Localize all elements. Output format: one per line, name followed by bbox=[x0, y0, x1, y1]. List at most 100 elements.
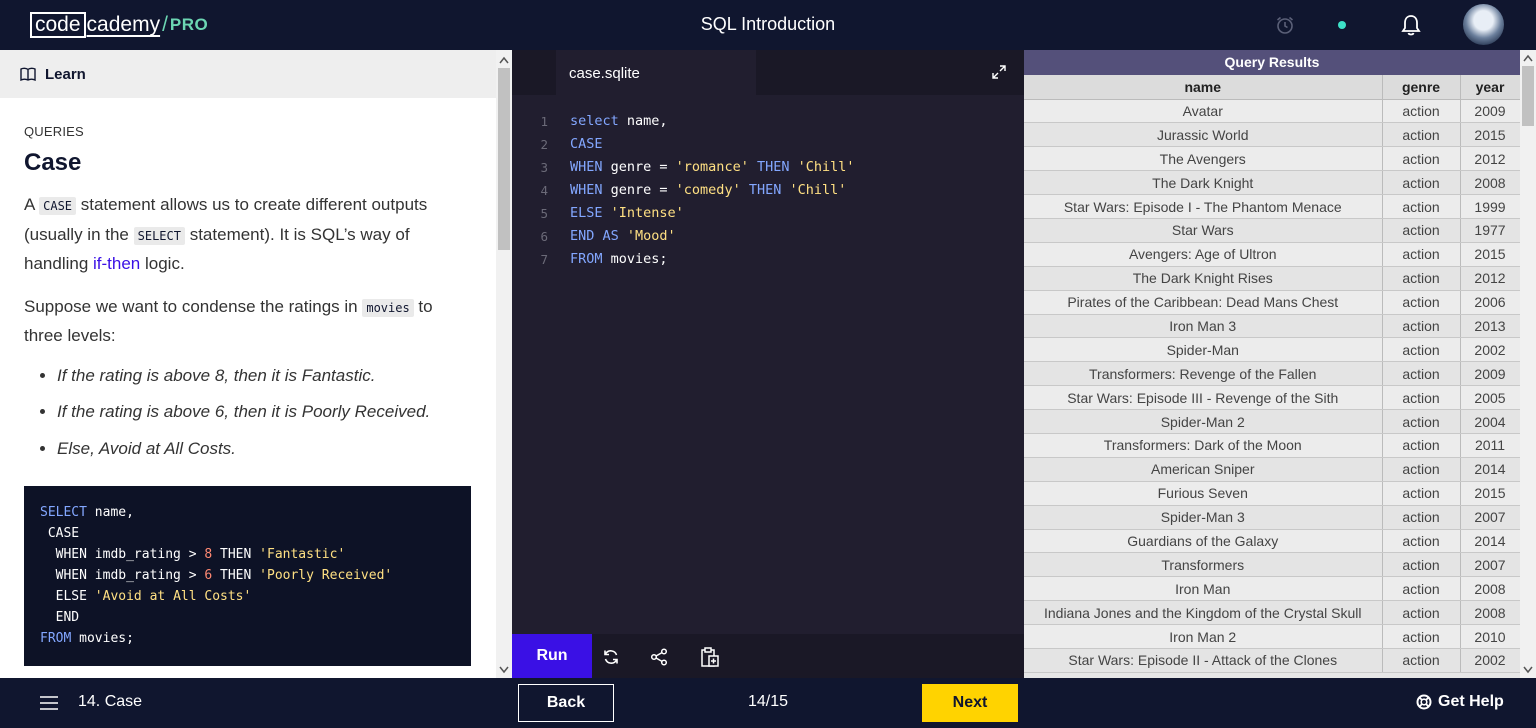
scroll-up-arrow-icon[interactable] bbox=[499, 56, 509, 64]
notification-bell-icon[interactable] bbox=[1400, 13, 1422, 37]
next-button[interactable]: Next bbox=[922, 684, 1018, 722]
table-row: Star Wars: Episode I - The Phantom Menac… bbox=[1024, 194, 1521, 219]
table-row: Guardians of the Galaxy action 2014 bbox=[1024, 529, 1521, 554]
table-cell: Star Wars: Episode I - The Phantom Menac… bbox=[1024, 194, 1383, 219]
reset-icon[interactable] bbox=[602, 648, 620, 666]
line-number: 1 bbox=[540, 114, 548, 129]
section-label: QUERIES bbox=[24, 124, 84, 139]
learn-tab[interactable]: Learn bbox=[0, 50, 496, 98]
text: A bbox=[24, 195, 40, 214]
get-help-button[interactable]: Get Help bbox=[1416, 693, 1504, 711]
code-line[interactable]: 5 ELSE 'Intense' bbox=[512, 202, 1024, 225]
table-cell: Furious Seven bbox=[1024, 481, 1383, 506]
line-number: 5 bbox=[540, 206, 548, 221]
table-cell: 2015 bbox=[1460, 481, 1521, 506]
table-cell: action bbox=[1382, 146, 1461, 172]
code-token: genre = bbox=[602, 159, 676, 175]
code-token: THEN bbox=[740, 182, 790, 198]
scroll-up-arrow-icon[interactable] bbox=[1523, 54, 1533, 62]
current-lesson-label[interactable]: 14. Case bbox=[78, 693, 142, 711]
expand-icon[interactable] bbox=[992, 65, 1006, 79]
code-line[interactable]: 3 WHEN genre = 'romance' THEN 'Chill' bbox=[512, 156, 1024, 179]
table-cell: 2015 bbox=[1460, 242, 1521, 267]
code-token: THEN bbox=[212, 547, 260, 562]
code-token: FROM bbox=[40, 631, 72, 646]
code-token: select bbox=[570, 113, 619, 129]
learn-scrollbar[interactable] bbox=[496, 50, 512, 678]
table-row: The Dark Knight Rises action 2012 bbox=[1024, 266, 1521, 291]
table-cell: 2011 bbox=[1460, 433, 1521, 458]
code-token: SELECT bbox=[40, 505, 87, 520]
code-line[interactable]: 1 select name, bbox=[512, 110, 1024, 133]
table-row: Spider-Man 3 action 2007 bbox=[1024, 505, 1521, 530]
example-code-block: SELECT name, CASE WHEN imdb_rating > 8 T… bbox=[24, 486, 471, 666]
table-cell: American Sniper bbox=[1024, 457, 1383, 482]
line-number: 4 bbox=[540, 183, 548, 198]
code-input-area[interactable]: 1 select name, 2 CASE 3 WHEN genre = 'romance… bbox=[512, 110, 1024, 271]
code-token: FROM bbox=[570, 251, 603, 267]
line-code: select name, bbox=[570, 110, 668, 133]
lesson-progress: 14/15 bbox=[747, 693, 789, 710]
hamburger-menu-icon[interactable] bbox=[39, 695, 59, 711]
table-cell: action bbox=[1382, 648, 1461, 673]
scrollbar-thumb[interactable] bbox=[1522, 66, 1534, 126]
table-row: The Dark Knight action 2008 bbox=[1024, 170, 1521, 196]
copy-to-clipboard-icon[interactable] bbox=[700, 646, 720, 668]
table-cell: 2007 bbox=[1460, 552, 1521, 578]
code-token: 'romance' bbox=[675, 159, 749, 175]
code-token: THEN bbox=[748, 159, 798, 175]
user-avatar[interactable] bbox=[1463, 4, 1504, 45]
table-cell: Spider-Man bbox=[1024, 337, 1383, 363]
code-token: ELSE bbox=[40, 589, 95, 604]
run-button[interactable]: Run bbox=[512, 634, 592, 678]
if-then-link[interactable]: if-then bbox=[93, 254, 140, 273]
codecademy-logo[interactable]: code cademy / PRO bbox=[30, 11, 208, 39]
table-row: Jurassic World action 2015 bbox=[1024, 122, 1521, 148]
code-line[interactable]: 2 CASE bbox=[512, 133, 1024, 156]
scrollbar-thumb[interactable] bbox=[498, 68, 510, 250]
table-cell: Spider-Man 2 bbox=[1024, 409, 1383, 434]
status-indicator-dot bbox=[1338, 21, 1346, 29]
inline-code-movies: movies bbox=[362, 298, 414, 317]
logo-cademy-text: cademy bbox=[86, 13, 161, 36]
scroll-down-arrow-icon[interactable] bbox=[499, 666, 509, 674]
logo-code-box: code bbox=[30, 12, 86, 38]
code-token: movies; bbox=[71, 631, 134, 646]
learn-panel: Learn QUERIES Case A CASE statement allo… bbox=[0, 50, 512, 678]
table-cell: 2013 bbox=[1460, 314, 1521, 339]
share-icon[interactable] bbox=[650, 648, 668, 666]
text: Suppose we want to condense the ratings … bbox=[24, 296, 363, 316]
table-cell: action bbox=[1382, 457, 1461, 482]
table-row: Spider-Man 2 action 2004 bbox=[1024, 409, 1521, 434]
results-table: name genre year Avatar action 2009 Jurassic… bbox=[1024, 75, 1521, 673]
table-cell: Iron Man 3 bbox=[1024, 314, 1383, 339]
get-help-label: Get Help bbox=[1438, 693, 1504, 710]
scroll-down-arrow-icon[interactable] bbox=[1523, 666, 1533, 674]
code-token: 'Chill' bbox=[789, 182, 847, 198]
line-code: WHEN genre = 'comedy' THEN 'Chill' bbox=[570, 179, 846, 202]
code-editor: case.sqlite 1 select name, 2 CASE 3 WHEN genr… bbox=[512, 50, 1024, 678]
table-row: Iron Man 3 action 2013 bbox=[1024, 314, 1521, 339]
code-line[interactable]: 4 WHEN genre = 'comedy' THEN 'Chill' bbox=[512, 179, 1024, 202]
code-token: genre = bbox=[602, 182, 676, 198]
page-title: SQL Introduction bbox=[700, 14, 836, 34]
code-line[interactable]: 6 END AS 'Mood' bbox=[512, 225, 1024, 248]
book-icon bbox=[20, 67, 36, 81]
query-results-title: Query Results bbox=[1024, 50, 1520, 75]
line-code: END AS 'Mood' bbox=[570, 225, 676, 248]
line-code: ELSE 'Intense' bbox=[570, 202, 684, 225]
column-header-genre: genre bbox=[1382, 75, 1461, 100]
logo-pro-badge: PRO bbox=[169, 15, 209, 34]
table-cell: action bbox=[1382, 194, 1461, 219]
file-tab[interactable]: case.sqlite bbox=[556, 50, 756, 95]
line-number: 2 bbox=[540, 137, 548, 152]
back-button[interactable]: Back bbox=[518, 684, 614, 722]
list-item: Else, Avoid at All Costs. bbox=[57, 438, 474, 460]
column-header-name: name bbox=[1024, 75, 1383, 100]
code-line[interactable]: 7 FROM movies; bbox=[512, 248, 1024, 271]
table-cell: action bbox=[1382, 552, 1461, 578]
results-scrollbar[interactable] bbox=[1520, 50, 1536, 678]
table-row: Star Wars action 1977 bbox=[1024, 218, 1521, 243]
alarm-clock-icon[interactable] bbox=[1275, 15, 1295, 35]
table-cell: 2002 bbox=[1460, 648, 1521, 673]
